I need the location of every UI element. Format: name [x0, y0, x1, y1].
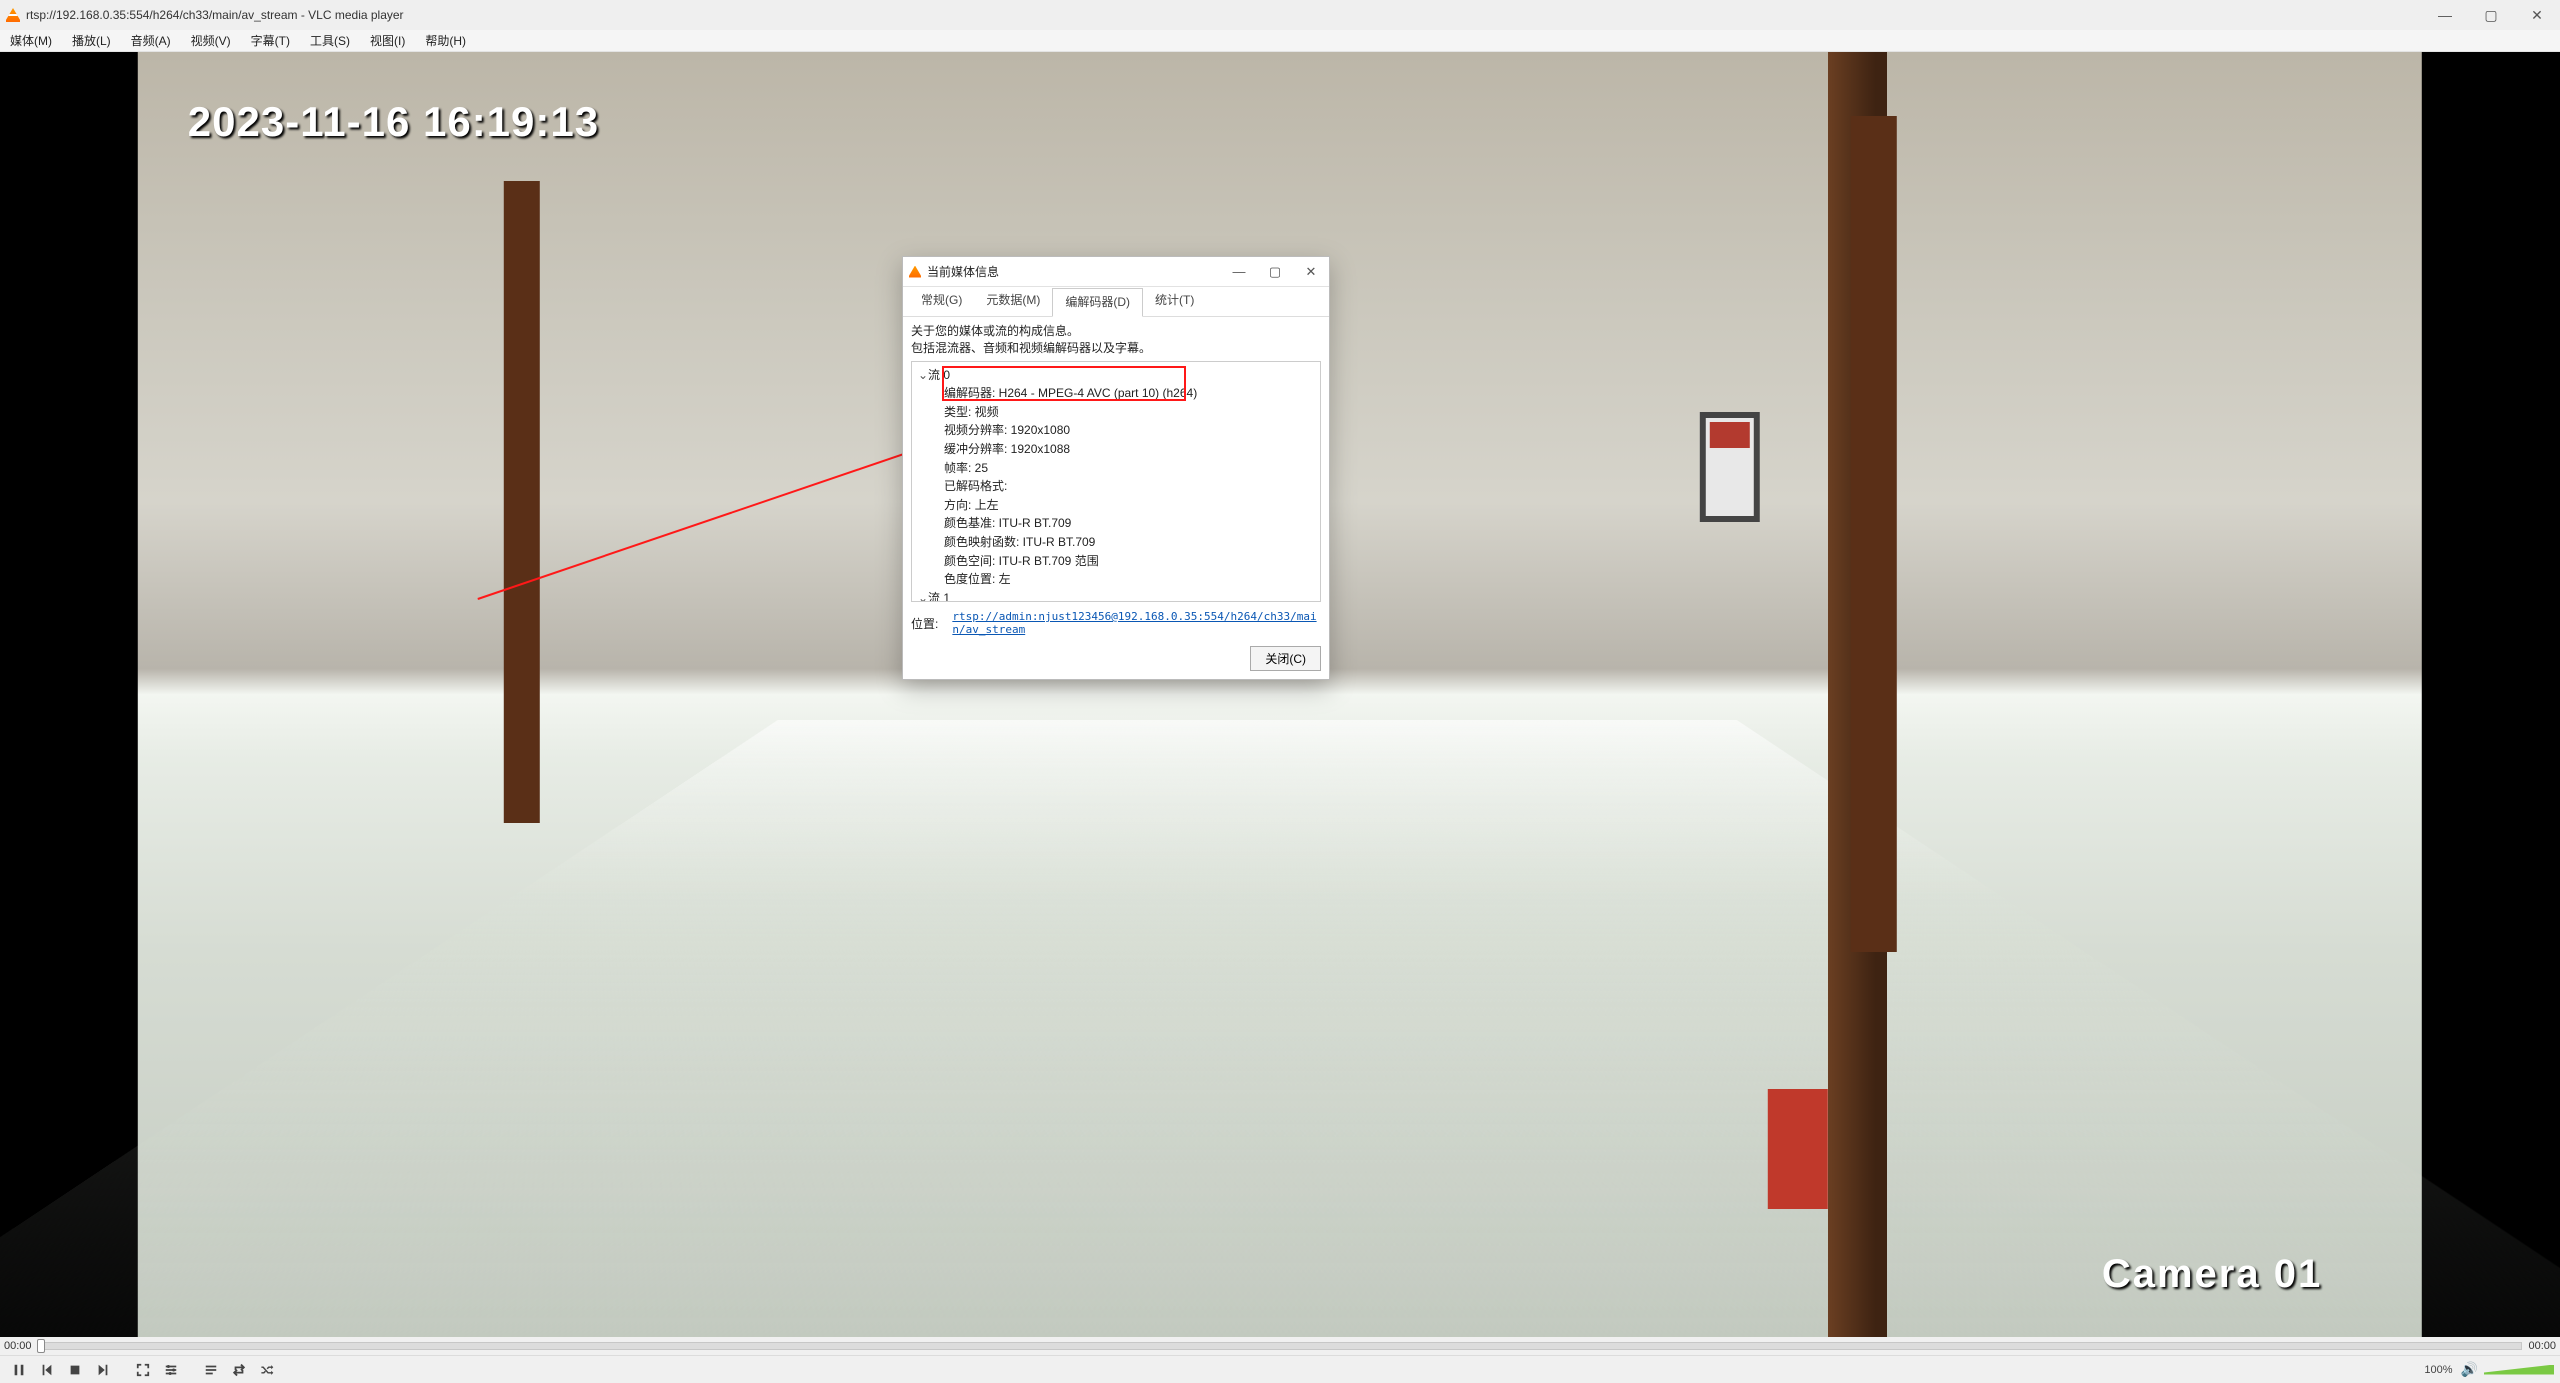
stream-0-primaries: 颜色基准: ITU-R BT.709: [944, 514, 1316, 533]
video-area[interactable]: 2023-11-16 16:19:13 Camera 01: [0, 52, 2560, 1337]
dialog-title: 当前媒体信息: [927, 263, 999, 280]
random-button[interactable]: [254, 1359, 280, 1381]
tab-metadata[interactable]: 元数据(M): [974, 287, 1052, 316]
stream-1-header[interactable]: ⌄流 1: [918, 589, 1316, 602]
stream-0-orient: 方向: 上左: [944, 496, 1316, 515]
stream-0-header[interactable]: ⌄流 0: [918, 366, 1316, 385]
previous-button[interactable]: [34, 1359, 60, 1381]
chevron-down-icon: ⌄: [918, 589, 928, 602]
location-url[interactable]: rtsp://admin:njust123456@192.168.0.35:55…: [952, 610, 1321, 636]
location-label: 位置:: [911, 615, 938, 632]
volume-slider[interactable]: [2484, 1365, 2554, 1375]
menu-video[interactable]: 视频(V): [181, 30, 241, 52]
tab-general[interactable]: 常规(G): [909, 287, 974, 316]
extended-settings-button[interactable]: [158, 1359, 184, 1381]
media-info-dialog: 当前媒体信息 — ▢ ✕ 常规(G) 元数据(M) 编解码器(D) 统计(T) …: [902, 256, 1330, 680]
codec-tree[interactable]: ⌄流 0 编解码器: H264 - MPEG-4 AVC (part 10) (…: [911, 361, 1321, 602]
vlc-logo-icon: [6, 8, 20, 22]
seek-bar[interactable]: [38, 1342, 2523, 1350]
dialog-description: 关于您的媒体或流的构成信息。 包括混流器、音频和视频编解码器以及字幕。: [911, 323, 1321, 357]
dialog-minimize-button[interactable]: —: [1221, 257, 1257, 287]
dialog-close-action-button[interactable]: 关闭(C): [1250, 646, 1321, 671]
menu-help[interactable]: 帮助(H): [415, 30, 476, 52]
menu-media[interactable]: 媒体(M): [0, 30, 62, 52]
stream-0-buf-res: 缓冲分辨率: 1920x1088: [944, 440, 1316, 459]
seek-row: 00:00 00:00: [0, 1337, 2560, 1355]
dialog-footer: 关闭(C): [903, 640, 1329, 679]
stop-button[interactable]: [62, 1359, 88, 1381]
playlist-button[interactable]: [198, 1359, 224, 1381]
video-frame: 2023-11-16 16:19:13 Camera 01: [138, 52, 2422, 1337]
tab-codec[interactable]: 编解码器(D): [1052, 288, 1143, 317]
stream-0-chroma: 色度位置: 左: [944, 570, 1316, 589]
menu-bar: 媒体(M) 播放(L) 音频(A) 视频(V) 字幕(T) 工具(S) 视图(I…: [0, 30, 2560, 52]
osd-timestamp: 2023-11-16 16:19:13: [188, 98, 599, 146]
fullscreen-button[interactable]: [130, 1359, 156, 1381]
stream-0-fps: 帧率: 25: [944, 459, 1316, 478]
tab-statistics[interactable]: 统计(T): [1143, 287, 1206, 316]
dialog-body: 关于您的媒体或流的构成信息。 包括混流器、音频和视频编解码器以及字幕。 ⌄流 0…: [903, 317, 1329, 640]
stream-0-type: 类型: 视频: [944, 403, 1316, 422]
vlc-logo-icon: [909, 266, 921, 278]
time-total[interactable]: 00:00: [2528, 1340, 2556, 1352]
minimize-button[interactable]: —: [2422, 0, 2468, 30]
maximize-button[interactable]: ▢: [2468, 0, 2514, 30]
menu-view[interactable]: 视图(I): [360, 30, 415, 52]
chevron-down-icon: ⌄: [918, 366, 928, 385]
menu-subtitle[interactable]: 字幕(T): [241, 30, 300, 52]
window-titlebar: rtsp://192.168.0.35:554/h264/ch33/main/a…: [0, 0, 2560, 30]
osd-camera-label: Camera 01: [2102, 1252, 2322, 1297]
next-button[interactable]: [90, 1359, 116, 1381]
stream-0-decoded: 已解码格式:: [944, 477, 1316, 496]
location-row: 位置: rtsp://admin:njust123456@192.168.0.3…: [911, 610, 1321, 636]
time-elapsed[interactable]: 00:00: [4, 1340, 32, 1352]
stream-0-space: 颜色空间: ITU-R BT.709 范围: [944, 552, 1316, 571]
dialog-titlebar[interactable]: 当前媒体信息 — ▢ ✕: [903, 257, 1329, 287]
fire-cabinet: [1768, 1089, 1828, 1209]
menu-tools[interactable]: 工具(S): [300, 30, 360, 52]
volume-label: 100%: [2424, 1364, 2452, 1376]
stream-0-transfer: 颜色映射函数: ITU-R BT.709: [944, 533, 1316, 552]
playback-controls: 100% 🔊: [0, 1355, 2560, 1383]
window-title: rtsp://192.168.0.35:554/h264/ch33/main/a…: [26, 8, 404, 22]
window-caption-buttons: — ▢ ✕: [2422, 0, 2560, 30]
dialog-maximize-button[interactable]: ▢: [1257, 257, 1293, 287]
stream-0-codec: 编解码器: H264 - MPEG-4 AVC (part 10) (h264): [944, 384, 1316, 403]
close-button[interactable]: ✕: [2514, 0, 2560, 30]
seek-knob[interactable]: [37, 1339, 45, 1353]
video-content: [138, 52, 2422, 1337]
loop-button[interactable]: [226, 1359, 252, 1381]
dialog-tabs: 常规(G) 元数据(M) 编解码器(D) 统计(T): [903, 287, 1329, 317]
dialog-close-button[interactable]: ✕: [1293, 257, 1329, 287]
play-pause-button[interactable]: [6, 1359, 32, 1381]
menu-audio[interactable]: 音频(A): [121, 30, 181, 52]
menu-playback[interactable]: 播放(L): [62, 30, 121, 52]
fire-extinguisher-sign: [1700, 412, 1760, 522]
speaker-icon[interactable]: 🔊: [2461, 1361, 2478, 1378]
stream-0-video-res: 视频分辨率: 1920x1080: [944, 421, 1316, 440]
